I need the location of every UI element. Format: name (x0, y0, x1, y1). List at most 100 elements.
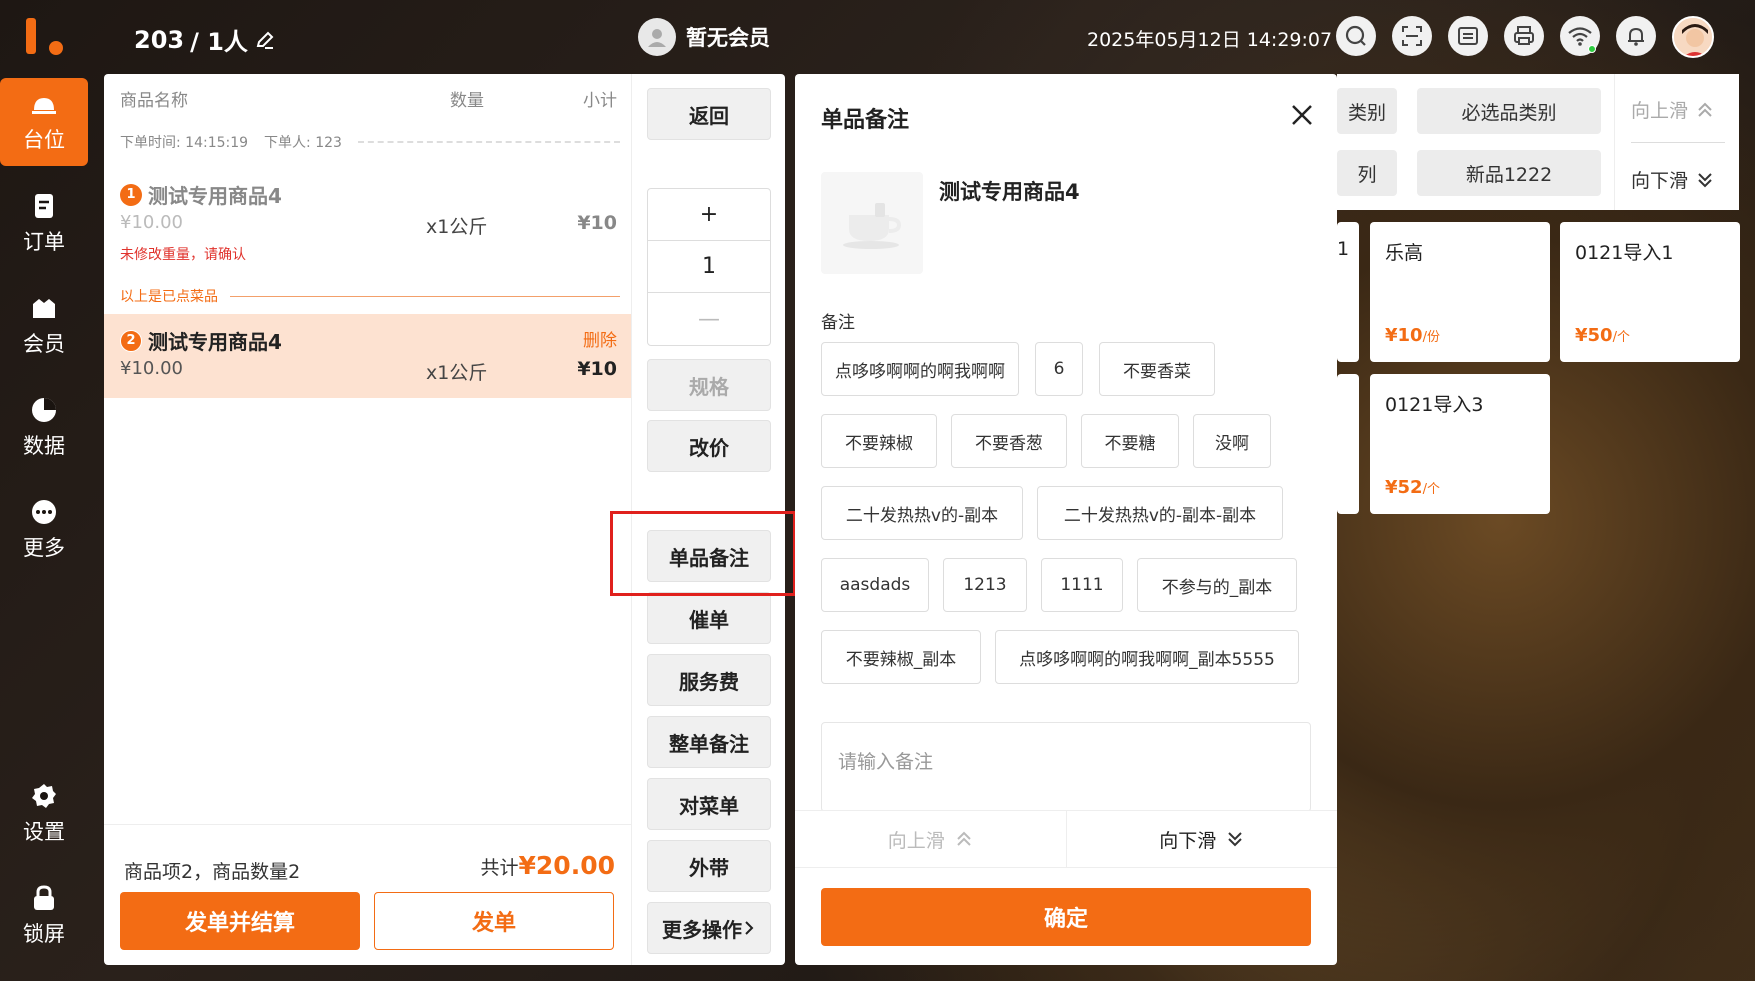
category-scroll-down[interactable]: 向下滑 (1631, 166, 1714, 193)
note-tag[interactable]: 不要香菜 (1099, 342, 1215, 396)
note-tag[interactable]: 不要糖 (1081, 414, 1179, 468)
table-info[interactable]: 203 / 1人 (134, 22, 276, 57)
note-tag[interactable]: 1111 (1041, 558, 1123, 612)
product-card[interactable]: 0121导入1 ¥50/个 (1560, 222, 1740, 362)
note-input[interactable]: 请输入备注 (821, 722, 1311, 812)
top-icon-group (1336, 16, 1714, 58)
confirm-button[interactable]: 确定 (821, 888, 1311, 946)
category-scroll: 向上滑 向下滑 (1614, 74, 1739, 210)
note-tag[interactable]: 没啊 (1193, 414, 1271, 468)
quantity-value[interactable]: 1 (648, 241, 770, 293)
note-tag[interactable]: 二十发热热v的-副本 (821, 486, 1023, 540)
user-avatar[interactable] (1672, 16, 1714, 58)
delete-link[interactable]: 删除 (583, 326, 617, 351)
check-menu-button[interactable]: 对菜单 (647, 778, 771, 830)
item-note-modal: 单品备注 测试专用商品4 备注 点哆哆啊啊的啊我啊啊 6 不要香菜 不要辣椒 不… (795, 74, 1337, 965)
sidebar-item-more[interactable]: 更多 (0, 486, 88, 574)
sidebar-item-label: 订单 (23, 230, 65, 254)
member-avatar-icon (638, 18, 676, 56)
column-header-name: 商品名称 (120, 91, 188, 111)
sidebar-item-label: 会员 (23, 332, 65, 356)
minus-button[interactable]: — (648, 293, 770, 345)
note-tag[interactable]: 点哆哆啊啊的啊我啊啊 (821, 342, 1019, 396)
sidebar-item-data[interactable]: 数据 (0, 384, 88, 472)
product-card-partial[interactable]: 1 (1337, 222, 1359, 362)
edit-icon[interactable] (254, 29, 276, 51)
note-tag[interactable]: 6 (1035, 342, 1083, 396)
category-scroll-up[interactable]: 向上滑 (1631, 96, 1714, 123)
order-panel: 商品名称 数量 小计 下单时间: 14:15:19 下单人: 123 1 测试专… (104, 74, 631, 965)
price-value: ¥10 (1385, 325, 1423, 346)
send-and-settle-button[interactable]: 发单并结算 (120, 892, 360, 950)
double-chevron-up-icon (1698, 102, 1712, 117)
send-order-button[interactable]: 发单 (374, 892, 614, 950)
wifi-status-dot (1588, 45, 1596, 53)
wifi-icon[interactable] (1560, 16, 1600, 56)
order-item-row-selected[interactable]: 2 测试专用商品4 删除 ¥10.00 x1公斤 ¥10 (104, 314, 631, 398)
scan-icon[interactable] (1392, 16, 1432, 56)
service-fee-button[interactable]: 服务费 (647, 654, 771, 706)
product-card-partial-2[interactable] (1337, 374, 1359, 514)
order-item-row[interactable]: 1 测试专用商品4 ¥10.00 x1公斤 ¥10 未修改重量，请确认 (104, 166, 631, 286)
datetime: 2025年05月12日 14:29:07 (1087, 29, 1333, 51)
sidebar-item-tables[interactable]: 台位 (0, 78, 88, 166)
table-bell-icon (32, 98, 56, 114)
note-tag[interactable]: aasdads (821, 558, 929, 612)
scroll-up-label: 向上滑 (1631, 100, 1689, 122)
table-number: 203 (134, 25, 185, 54)
scroll-divider (1631, 142, 1725, 143)
more-actions-button[interactable]: 更多操作 (647, 902, 771, 954)
brand-logo (26, 18, 63, 55)
printer-icon[interactable] (1504, 16, 1544, 56)
member-icon (33, 299, 55, 318)
rush-button[interactable]: 催单 (647, 592, 771, 644)
close-icon[interactable] (1289, 102, 1315, 128)
weight-warning: 未修改重量，请确认 (120, 247, 246, 263)
sidebar-item-orders[interactable]: 订单 (0, 180, 88, 268)
scroll-up-label: 向上滑 (887, 829, 945, 852)
reprice-button[interactable]: 改价 (647, 420, 771, 472)
product-thumbnail (821, 172, 923, 274)
order-time: 下单时间: 14:15:19 (120, 135, 249, 151)
category-button-required[interactable]: 必选品类别 (1417, 88, 1601, 134)
note-tag[interactable]: 不参与的_副本 (1137, 558, 1297, 612)
item-price: ¥10.00 (120, 212, 183, 233)
plus-button[interactable]: + (648, 189, 770, 241)
spec-button[interactable]: 规格 (647, 359, 771, 411)
back-button[interactable]: 返回 (647, 88, 771, 140)
cup-placeholder-icon (843, 203, 902, 249)
order-note-button[interactable]: 整单备注 (647, 716, 771, 768)
modal-scroll-up[interactable]: 向上滑 (795, 811, 1067, 867)
note-tag[interactable]: 不要辣椒 (821, 414, 937, 468)
annotation-highlight-box (610, 511, 796, 596)
order-user: 下单人: 123 (264, 135, 342, 151)
note-tag[interactable]: 二十发热热v的-副本-副本 (1037, 486, 1283, 540)
sidebar-item-members[interactable]: 会员 (0, 282, 88, 370)
modal-title: 单品备注 (821, 108, 910, 133)
member-selector[interactable]: 暂无会员 (638, 18, 770, 56)
note-tag[interactable]: 1213 (943, 558, 1027, 612)
product-card[interactable]: 0121导入3 ¥52/个 (1370, 374, 1550, 514)
sidebar-item-lock[interactable]: 锁屏 (0, 872, 88, 960)
note-tag[interactable]: 不要香葱 (951, 414, 1067, 468)
sidebar-item-settings[interactable]: 设置 (0, 770, 88, 858)
item-qty: x1公斤 (426, 362, 488, 384)
order-total: 共计¥20.00 (481, 851, 616, 880)
price-value: ¥50 (1575, 325, 1613, 346)
top-bar: 203 / 1人 暂无会员 2025年05月12日 14:29:07 (0, 0, 1755, 72)
column-header-subtotal: 小计 (583, 91, 617, 111)
note-tag[interactable]: 不要辣椒_副本 (821, 630, 981, 684)
product-card[interactable]: 乐高 ¥10/份 (1370, 222, 1550, 362)
category-button-new[interactable]: 新品1222 (1417, 150, 1601, 196)
modal-scroll-down[interactable]: 向下滑 (1067, 811, 1338, 867)
ordered-divider: 以上是已点菜品 (120, 286, 620, 306)
bell-icon[interactable] (1616, 16, 1656, 56)
takeout-button[interactable]: 外带 (647, 840, 771, 892)
search-icon[interactable] (1336, 16, 1376, 56)
list-icon[interactable] (1448, 16, 1488, 56)
category-button-partial[interactable]: 类别 (1337, 88, 1397, 134)
note-tag[interactable]: 点哆哆啊啊的啊我啊啊_副本5555 (995, 630, 1299, 684)
item-qty: x1公斤 (426, 216, 488, 238)
sidebar: 台位 订单 会员 数据 更多 设置 锁屏 (0, 72, 90, 981)
category-button-partial-2[interactable]: 列 (1337, 150, 1397, 196)
